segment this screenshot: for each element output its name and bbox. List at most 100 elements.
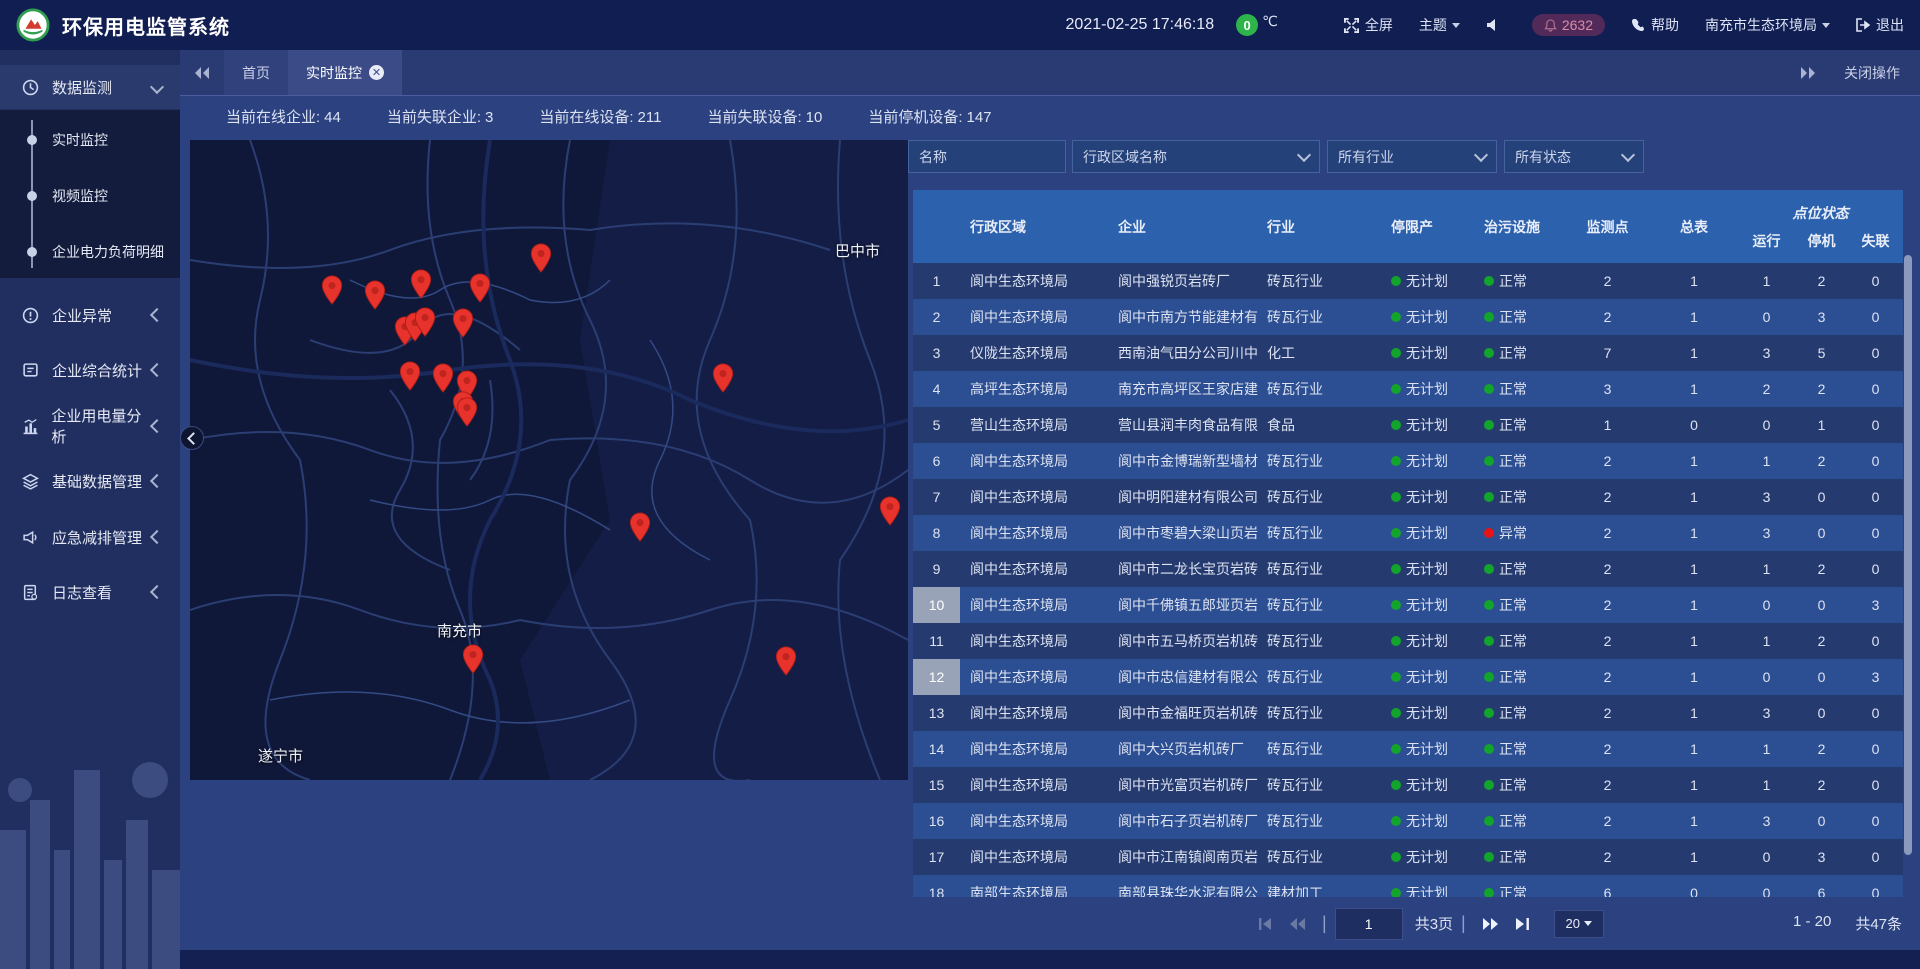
table-row[interactable]: 13阆中生态环境局阆中市金福旺页岩机砖砖瓦行业无计划正常21300 bbox=[913, 695, 1903, 731]
cell-monitor-points: 2 bbox=[1565, 515, 1650, 551]
sidebar-item-power-analysis[interactable]: 企业用电量分析 bbox=[0, 404, 180, 448]
cell-lost-count: 0 bbox=[1848, 515, 1903, 551]
table-row[interactable]: 14阆中生态环境局阆中大兴页岩机砖厂砖瓦行业无计划正常21120 bbox=[913, 731, 1903, 767]
table-row[interactable]: 17阆中生态环境局阆中市江南镇阆南页岩砖瓦行业无计划正常21030 bbox=[913, 839, 1903, 875]
map-pin-icon[interactable] bbox=[321, 275, 343, 305]
table-row[interactable]: 11阆中生态环境局阆中市五马桥页岩机砖砖瓦行业无计划正常21120 bbox=[913, 623, 1903, 659]
tab-home[interactable]: 首页 bbox=[224, 50, 288, 95]
cell-run-count: 0 bbox=[1738, 299, 1795, 335]
sidebar-item-realtime-monitor[interactable]: 实时监控 bbox=[0, 112, 180, 168]
close-operations-button[interactable]: 关闭操作 bbox=[1844, 63, 1900, 83]
map-pin-icon[interactable] bbox=[775, 646, 797, 676]
table-row[interactable]: 15阆中生态环境局阆中市光富页岩机砖厂砖瓦行业无计划正常21120 bbox=[913, 767, 1903, 803]
status-dot-icon bbox=[1391, 276, 1401, 286]
theme-dropdown[interactable]: 主题 bbox=[1419, 15, 1460, 35]
table-row[interactable]: 12阆中生态环境局阆中市忠信建材有限公砖瓦行业无计划正常21003 bbox=[913, 659, 1903, 695]
sidebar-item-enterprise-statistics[interactable]: 企业综合统计 bbox=[0, 348, 180, 392]
row-number: 9 bbox=[913, 551, 960, 587]
map-pin-icon[interactable] bbox=[629, 512, 651, 542]
first-page-button[interactable] bbox=[1258, 917, 1273, 931]
cell-run-count: 3 bbox=[1738, 695, 1795, 731]
table-row[interactable]: 16阆中生态环境局阆中市石子页岩机砖厂砖瓦行业无计划正常21300 bbox=[913, 803, 1903, 839]
table-row[interactable]: 3仪陇生态环境局西南油气田分公司川中化工无计划正常71350 bbox=[913, 335, 1903, 371]
org-dropdown[interactable]: 南充市生态环境局 bbox=[1705, 15, 1830, 35]
tab-realtime-monitor[interactable]: 实时监控 ✕ bbox=[288, 50, 402, 95]
col-header-stop: 停限产 bbox=[1385, 190, 1478, 263]
sidebar-item-log-view[interactable]: 日志查看 bbox=[0, 570, 180, 614]
logout-button[interactable]: 退出 bbox=[1856, 15, 1904, 35]
sidebar-item-base-data[interactable]: 基础数据管理 bbox=[0, 459, 180, 503]
sidebar-item-power-load-detail[interactable]: 企业电力负荷明细 bbox=[0, 224, 180, 280]
cell-industry: 砖瓦行业 bbox=[1263, 587, 1385, 623]
top-header-bar: 环保用电监管系统 2021-02-25 17:46:18 0 ℃ 全屏 主题 bbox=[0, 0, 1920, 50]
map-pin-icon[interactable] bbox=[414, 307, 436, 337]
prev-page-button[interactable] bbox=[1289, 917, 1306, 931]
cell-halt-count: 2 bbox=[1795, 263, 1848, 299]
cell-facility-status: 正常 bbox=[1478, 767, 1565, 803]
map-pin-icon[interactable] bbox=[364, 280, 386, 310]
table-scrollbar[interactable] bbox=[1904, 255, 1912, 855]
status-dot-icon bbox=[1391, 420, 1401, 430]
region-select[interactable]: 行政区域名称 bbox=[1072, 140, 1320, 173]
status-select[interactable]: 所有状态 bbox=[1504, 140, 1644, 173]
table-row[interactable]: 9阆中生态环境局阆中市二龙长宝页岩砖砖瓦行业无计划正常21120 bbox=[913, 551, 1903, 587]
page-number-input[interactable] bbox=[1335, 908, 1403, 940]
next-page-button[interactable] bbox=[1482, 917, 1499, 931]
map-collapse-button[interactable] bbox=[180, 426, 204, 450]
cell-lost-count: 0 bbox=[1848, 335, 1903, 371]
table-row[interactable]: 2阆中生态环境局阆中市南方节能建材有砖瓦行业无计划正常21030 bbox=[913, 299, 1903, 335]
table-row[interactable]: 6阆中生态环境局阆中市金博瑞新型墙材砖瓦行业无计划正常21120 bbox=[913, 443, 1903, 479]
map-pin-icon[interactable] bbox=[712, 363, 734, 393]
sidebar-item-label: 数据监测 bbox=[52, 77, 112, 98]
status-dot-icon bbox=[1484, 600, 1494, 610]
cell-region: 阆中生态环境局 bbox=[960, 767, 1110, 803]
cell-industry: 砖瓦行业 bbox=[1263, 731, 1385, 767]
sidebar: 数据监测 实时监控 视频监控 企业电力负荷明细 企业异常 bbox=[0, 50, 180, 969]
map-pin-icon[interactable] bbox=[432, 363, 454, 393]
map-pin-icon[interactable] bbox=[469, 273, 491, 303]
sidebar-item-enterprise-abnormal[interactable]: 企业异常 bbox=[0, 293, 180, 337]
map-panel[interactable]: 巴中市南充市遂宁市 bbox=[190, 140, 908, 780]
table-row[interactable]: 8阆中生态环境局阆中市枣碧大梁山页岩砖瓦行业无计划异常21300 bbox=[913, 515, 1903, 551]
tabs-scroll-right-button[interactable] bbox=[1786, 66, 1830, 80]
table-row[interactable]: 7阆中生态环境局阆中明阳建材有限公司砖瓦行业无计划正常21300 bbox=[913, 479, 1903, 515]
notification-badge[interactable]: 2632 bbox=[1532, 14, 1605, 36]
map-pin-icon[interactable] bbox=[530, 243, 552, 273]
table-row[interactable]: 10阆中生态环境局阆中千佛镇五郎垭页岩砖瓦行业无计划正常21003 bbox=[913, 587, 1903, 623]
col-group-point-status: 点位状态 运行 停机 失联 bbox=[1738, 190, 1903, 263]
cell-facility-status: 正常 bbox=[1478, 371, 1565, 407]
sidebar-item-emergency-reduction[interactable]: 应急减排管理 bbox=[0, 515, 180, 559]
name-search-input[interactable] bbox=[908, 140, 1066, 173]
table-row[interactable]: 4高坪生态环境局南充市高坪区王家店建砖瓦行业无计划正常31220 bbox=[913, 371, 1903, 407]
mute-button[interactable] bbox=[1486, 18, 1506, 32]
sidebar-item-video-monitor[interactable]: 视频监控 bbox=[0, 168, 180, 224]
status-dot-icon bbox=[1484, 564, 1494, 574]
map-pin-icon[interactable] bbox=[462, 644, 484, 674]
page-size-select[interactable]: 20 bbox=[1554, 910, 1604, 938]
cell-stop-status: 无计划 bbox=[1385, 839, 1478, 875]
record-range: 1 - 20 bbox=[1793, 913, 1831, 934]
sidebar-item-data-monitor[interactable]: 数据监测 bbox=[0, 65, 180, 109]
tab-close-icon[interactable]: ✕ bbox=[369, 65, 384, 80]
cell-stop-status: 无计划 bbox=[1385, 299, 1478, 335]
map-pin-icon[interactable] bbox=[456, 397, 478, 427]
cell-company: 阆中市忠信建材有限公 bbox=[1110, 659, 1263, 695]
fullscreen-button[interactable]: 全屏 bbox=[1344, 15, 1393, 35]
double-chevron-right-icon bbox=[1800, 66, 1816, 80]
table-row[interactable]: 5营山生态环境局营山县润丰肉食品有限食品无计划正常10010 bbox=[913, 407, 1903, 443]
table-row[interactable]: 18南部生态环境局南部县珠华水泥有限公建材加工无计划正常60060 bbox=[913, 875, 1903, 897]
table-row[interactable]: 1阆中生态环境局阆中强锐页岩砖厂砖瓦行业无计划正常21120 bbox=[913, 263, 1903, 299]
map-pin-icon[interactable] bbox=[879, 496, 901, 526]
cell-total-meter: 0 bbox=[1650, 875, 1738, 897]
chevron-down-icon bbox=[1584, 921, 1592, 926]
map-pin-icon[interactable] bbox=[452, 308, 474, 338]
cell-industry: 砖瓦行业 bbox=[1263, 839, 1385, 875]
map-pin-icon[interactable] bbox=[399, 361, 421, 391]
chevron-left-icon bbox=[150, 530, 164, 544]
help-button[interactable]: 帮助 bbox=[1631, 15, 1679, 35]
cell-region: 阆中生态环境局 bbox=[960, 263, 1110, 299]
tabs-scroll-left-button[interactable] bbox=[180, 66, 224, 80]
last-page-button[interactable] bbox=[1515, 917, 1530, 931]
industry-select[interactable]: 所有行业 bbox=[1327, 140, 1497, 173]
map-pin-icon[interactable] bbox=[410, 269, 432, 299]
